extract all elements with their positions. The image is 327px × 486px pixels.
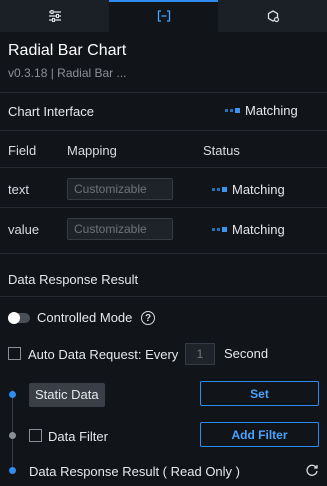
- component-subtitle: v0.3.18 | Radial Bar ...: [8, 66, 127, 80]
- mapping-column-header: Mapping: [67, 143, 117, 158]
- auto-request-interval-input[interactable]: [185, 343, 215, 365]
- data-response-readonly-label: Data Response Result ( Read Only ): [29, 464, 240, 479]
- auto-request-checkbox[interactable]: [8, 347, 21, 360]
- divider: [0, 296, 327, 297]
- tab-interaction[interactable]: [218, 0, 327, 32]
- field-name-text: text: [8, 182, 29, 197]
- chart-interface-status: Matching: [225, 103, 298, 118]
- bracket-interface-icon: [157, 10, 170, 22]
- pipeline-node-filter: [9, 432, 16, 439]
- pipeline-node-static: [9, 391, 16, 398]
- set-button[interactable]: Set: [200, 381, 319, 406]
- panel-tabs: [0, 0, 327, 32]
- pipeline-node-result: [9, 467, 16, 474]
- divider: [0, 207, 327, 208]
- interaction-icon: [267, 10, 279, 23]
- data-filter-checkbox[interactable]: [29, 429, 42, 442]
- component-title: Radial Bar Chart: [8, 42, 127, 59]
- toggle-knob: [8, 312, 20, 324]
- status-column-header: Status: [203, 143, 240, 158]
- chart-interface-label: Chart Interface: [8, 104, 94, 119]
- add-filter-button[interactable]: Add Filter: [200, 422, 319, 447]
- auto-request-label: Auto Data Request: Every: [28, 347, 179, 362]
- divider: [0, 253, 327, 254]
- status-dots-icon: [212, 187, 227, 192]
- auto-request-unit: Second: [224, 346, 269, 361]
- help-icon[interactable]: ?: [141, 311, 155, 325]
- tab-style[interactable]: [0, 0, 109, 32]
- field-status-text-label: Matching: [232, 182, 285, 197]
- data-response-label: Data Response Result: [8, 272, 139, 287]
- status-dots-icon: [225, 108, 240, 113]
- mapping-input-value[interactable]: [67, 218, 173, 240]
- divider: [0, 167, 327, 168]
- field-status-value-label: Matching: [232, 222, 285, 237]
- divider: [0, 92, 327, 93]
- controlled-mode-toggle[interactable]: [8, 312, 30, 324]
- chart-interface-status-text: Matching: [245, 103, 298, 118]
- sliders-icon: [48, 10, 61, 22]
- static-data-button[interactable]: Static Data: [29, 383, 105, 407]
- pipeline-line: [12, 390, 13, 470]
- field-column-header: Field: [8, 143, 37, 158]
- status-dots-icon: [212, 227, 227, 232]
- tab-data[interactable]: [109, 0, 218, 32]
- mapping-input-text[interactable]: [67, 178, 173, 200]
- divider: [0, 130, 327, 131]
- controlled-mode-label: Controlled Mode: [37, 310, 133, 325]
- refresh-icon[interactable]: [305, 463, 319, 477]
- field-status-value: Matching: [212, 222, 285, 237]
- field-name-value: value: [8, 222, 40, 237]
- field-status-text: Matching: [212, 182, 285, 197]
- data-filter-label: Data Filter: [48, 429, 108, 444]
